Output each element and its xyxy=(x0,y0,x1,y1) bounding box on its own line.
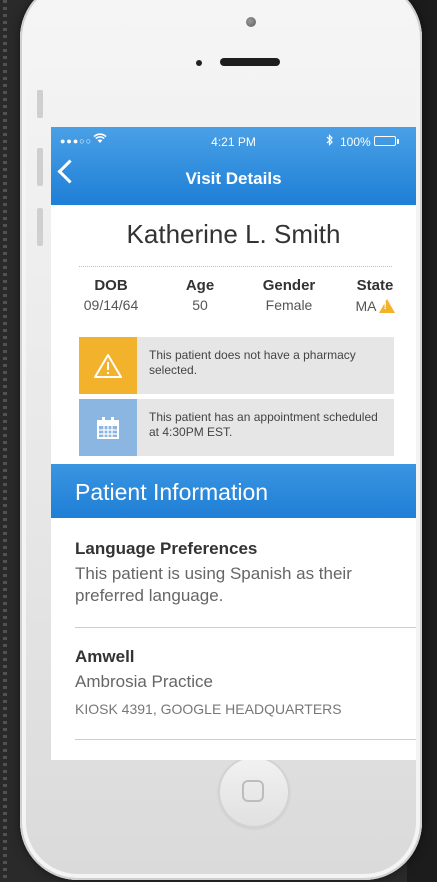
volume-up-button xyxy=(37,148,43,186)
fact-label: DOB xyxy=(94,277,128,294)
fact-gender: Gender Female xyxy=(245,277,333,313)
earpiece-speaker xyxy=(220,58,280,66)
fact-value: Female xyxy=(265,297,313,313)
fact-value: MA xyxy=(345,297,405,314)
proximity-sensor xyxy=(196,60,202,66)
status-bar: ●●●○○ 4:21 PM 100% xyxy=(51,127,416,157)
fact-value: 50 xyxy=(192,297,208,313)
home-button[interactable] xyxy=(218,756,290,828)
language-heading: Language Preferences xyxy=(75,539,258,558)
fact-state: State MA xyxy=(345,277,405,314)
warning-icon xyxy=(79,337,137,394)
divider xyxy=(79,266,392,267)
fact-age: Age 50 xyxy=(171,277,229,313)
calendar-icon xyxy=(79,399,137,456)
mute-switch xyxy=(37,90,43,118)
fact-label: Age xyxy=(185,277,215,294)
battery-icon xyxy=(374,136,399,146)
pharmacy-alert[interactable]: This patient does not have a pharmacy se… xyxy=(79,337,394,394)
battery-percent: 100% xyxy=(340,135,371,149)
background-stitching xyxy=(3,0,7,882)
screen: ●●●○○ 4:21 PM 100% Visit Details Katheri… xyxy=(51,127,416,760)
practice-name: Ambrosia Practice xyxy=(75,672,213,691)
divider xyxy=(75,627,416,628)
section-header: Patient Information xyxy=(51,464,416,518)
alert-text: This patient has an appointment schedule… xyxy=(149,410,378,439)
language-body: This patient is using Spanish as their p… xyxy=(75,564,352,605)
fact-value: 09/14/64 xyxy=(83,297,139,313)
patient-facts: DOB 09/14/64 Age 50 Gender Female State … xyxy=(51,277,416,322)
header: ●●●○○ 4:21 PM 100% Visit Details xyxy=(51,127,416,205)
volume-down-button xyxy=(37,208,43,246)
patient-name: Katherine L. Smith xyxy=(126,219,341,249)
practice-heading: Amwell xyxy=(75,647,135,666)
fact-label: State xyxy=(356,277,394,294)
bluetooth-icon xyxy=(326,134,334,149)
practice-info[interactable]: Amwell Ambrosia Practice KIOSK 4391, GOO… xyxy=(75,647,392,717)
nav-title: Visit Details xyxy=(185,169,282,188)
appointment-alert[interactable]: This patient has an appointment schedule… xyxy=(79,399,394,456)
fact-label: Gender xyxy=(262,277,316,294)
fact-dob: DOB 09/14/64 xyxy=(71,277,151,313)
divider xyxy=(75,739,416,740)
warning-icon[interactable] xyxy=(378,299,395,313)
fact-value-text: MA xyxy=(355,298,377,314)
language-preferences: Language Preferences This patient is usi… xyxy=(75,539,392,607)
front-camera xyxy=(246,17,256,27)
alert-text: This patient does not have a pharmacy se… xyxy=(149,348,356,377)
section-title: Patient Information xyxy=(75,479,269,505)
practice-address: KIOSK 4391, GOOGLE HEADQUARTERS xyxy=(75,701,342,717)
